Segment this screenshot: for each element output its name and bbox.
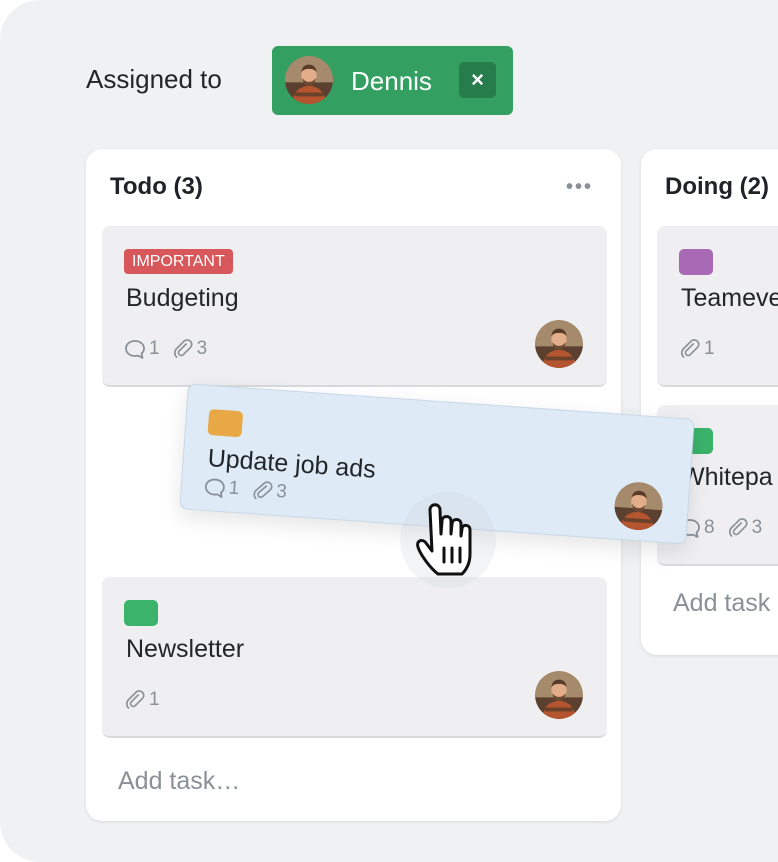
add-task-button[interactable]: Add task… [118, 767, 240, 796]
grab-hand-cursor-icon [400, 492, 496, 588]
paperclip-icon [173, 339, 193, 358]
task-card-budgeting[interactable]: IMPORTANT Budgeting 1 3 [102, 226, 607, 387]
task-card-newsletter[interactable]: Newsletter 1 [102, 577, 607, 738]
more-icon[interactable]: ••• [566, 177, 593, 197]
comment-count: 1 [228, 477, 241, 500]
avatar [612, 480, 665, 532]
comment-icon [204, 478, 226, 499]
add-task-button[interactable]: Add task [673, 589, 770, 618]
card-meta: 1 3 [203, 476, 288, 504]
avatar [535, 671, 583, 719]
assignee-filter-chip[interactable]: Dennis × [272, 46, 513, 115]
attachment-count: 1 [149, 689, 160, 710]
color-tag [124, 600, 158, 626]
comment-icon [125, 340, 145, 359]
card-title: Budgeting [126, 284, 239, 312]
column-title: Doing (2) [665, 173, 769, 200]
paperclip-icon [728, 518, 748, 537]
column-title: Todo (3) [110, 173, 203, 200]
avatar [285, 56, 333, 104]
comment-count: 1 [149, 338, 160, 359]
card-meta: 1 3 [124, 338, 207, 360]
card-meta: 1 [124, 689, 160, 711]
attachment-count: 1 [704, 338, 715, 359]
paperclip-icon [252, 480, 273, 501]
card-meta: 1 [679, 338, 715, 360]
avatar [535, 320, 583, 368]
attachment-count: 3 [196, 338, 208, 359]
paperclip-icon [680, 339, 700, 358]
close-icon[interactable]: × [459, 62, 496, 98]
card-title: Teameve [681, 284, 778, 312]
attachment-count: 3 [275, 480, 288, 503]
attachment-count: 3 [751, 517, 763, 538]
card-title: Whitepa [681, 463, 773, 491]
column-doing: Doing (2) Teameve 1 Whitepa 8 3 Add task [641, 149, 778, 655]
paperclip-icon [125, 690, 145, 709]
board-frame: Assigned to Dennis × Todo (3) ••• IMPORT… [0, 0, 778, 862]
card-meta: 8 3 [679, 517, 762, 539]
important-tag: IMPORTANT [124, 249, 233, 274]
comment-count: 8 [704, 517, 715, 538]
task-card-teameve[interactable]: Teameve 1 [657, 226, 778, 387]
assigned-to-label: Assigned to [86, 64, 222, 94]
card-title: Newsletter [126, 635, 245, 663]
color-tag [679, 249, 713, 275]
color-tag [207, 408, 244, 438]
assignee-name: Dennis [351, 66, 432, 96]
